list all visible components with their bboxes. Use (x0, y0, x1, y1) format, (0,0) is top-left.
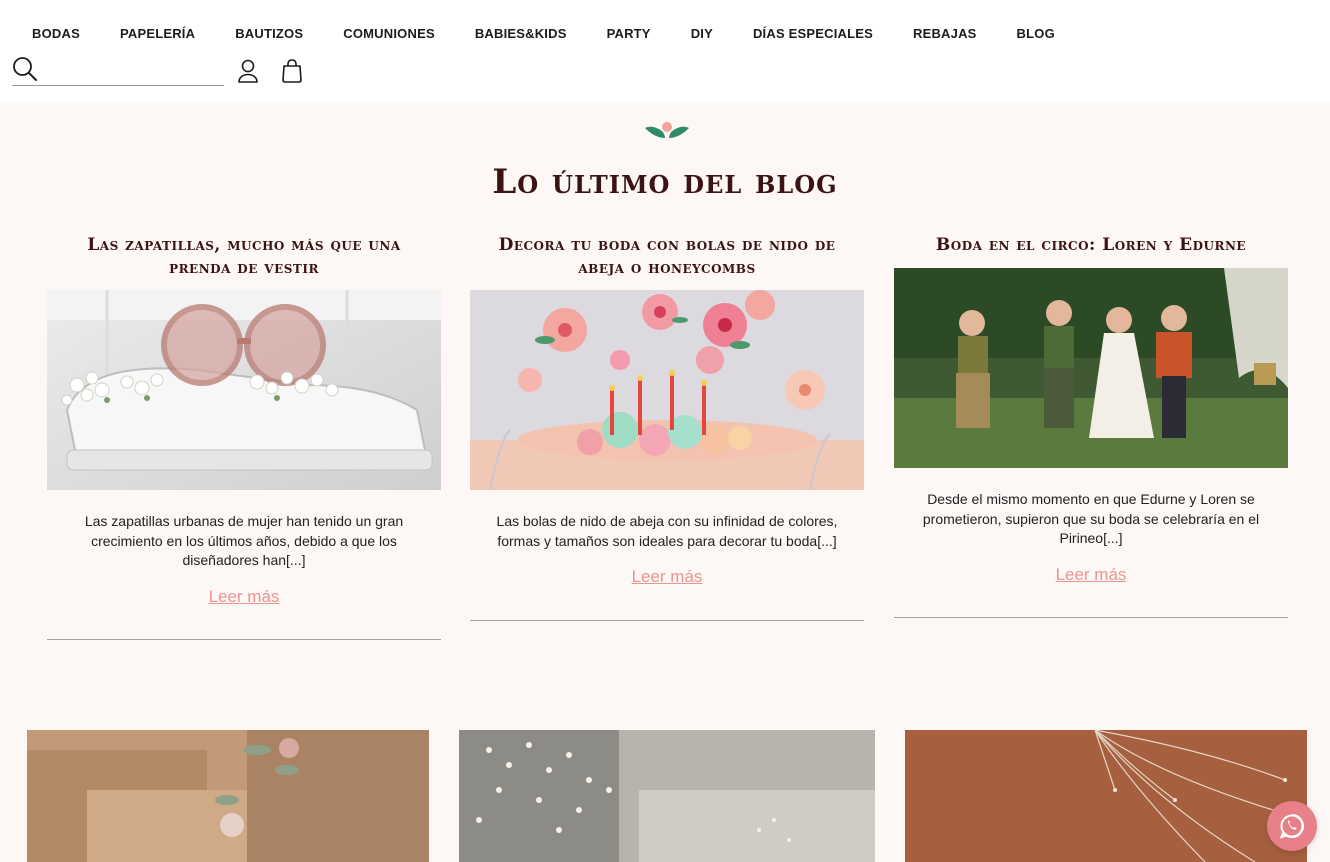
shopping-bag-icon[interactable] (280, 58, 304, 84)
nav-item-dias-especiales[interactable]: DÍAS ESPECIALES (733, 22, 893, 45)
nav-item-papeleria[interactable]: PAPELERÍA (100, 22, 215, 45)
post-title[interactable]: Las zapatillas, mucho más que una prenda… (47, 234, 441, 284)
section-title: Lo último del blog (492, 162, 838, 202)
blog-card: Las zapatillas, mucho más que una prenda… (47, 234, 441, 640)
circus-wedding-photo (894, 268, 1288, 468)
post-thumbnail[interactable] (905, 730, 1307, 862)
post-title[interactable]: Boda en el circo: Loren y Edurne (894, 234, 1288, 262)
boxes-photo (27, 730, 429, 862)
divider (894, 617, 1288, 618)
post-title[interactable]: Decora tu boda con bolas de nido de abej… (470, 234, 864, 284)
read-more-link[interactable]: Leer más (209, 587, 280, 607)
nav-item-babies-kids[interactable]: BABIES&KIDS (455, 22, 587, 45)
dried-flower-photo (905, 730, 1307, 862)
blog-card: Boda en el circo: Loren y Edurne Desde e… (894, 234, 1288, 618)
whatsapp-button[interactable] (1267, 801, 1317, 851)
search-input[interactable] (46, 58, 220, 82)
sneaker-photo (47, 290, 441, 490)
honeycomb-photo (470, 290, 864, 490)
nav-item-bautizos[interactable]: BAUTIZOS (215, 22, 323, 45)
search-box (12, 54, 224, 86)
nav-item-party[interactable]: PARTY (587, 22, 671, 45)
babys-breath-photo (459, 730, 875, 862)
divider (470, 620, 864, 621)
nav-item-diy[interactable]: DIY (671, 22, 733, 45)
site-header: BODAS PAPELERÍA BAUTIZOS COMUNIONES BABI… (0, 0, 1330, 102)
post-excerpt: Las zapatillas urbanas de mujer han teni… (84, 513, 404, 568)
main-nav: BODAS PAPELERÍA BAUTIZOS COMUNIONES BABI… (12, 22, 1075, 45)
nav-item-rebajas[interactable]: REBAJAS (893, 22, 997, 45)
leaf-icon (645, 122, 689, 138)
post-image[interactable] (470, 290, 864, 490)
post-image[interactable] (894, 268, 1288, 468)
nav-item-comuniones[interactable]: COMUNIONES (323, 22, 455, 45)
nav-item-bodas[interactable]: BODAS (12, 22, 100, 45)
divider (47, 639, 441, 640)
post-image[interactable] (47, 290, 441, 490)
nav-item-blog[interactable]: BLOG (997, 22, 1075, 45)
whatsapp-icon (1279, 814, 1304, 839)
blog-card: Decora tu boda con bolas de nido de abej… (470, 234, 864, 621)
search-icon[interactable] (12, 56, 38, 82)
post-thumbnail[interactable] (27, 730, 429, 862)
read-more-link[interactable]: Leer más (1056, 565, 1127, 585)
post-thumbnail[interactable] (459, 730, 875, 862)
user-icon[interactable] (236, 58, 260, 84)
read-more-link[interactable]: Leer más (632, 567, 703, 587)
post-excerpt: Las bolas de nido de abeja con su infini… (496, 513, 838, 549)
post-excerpt: Desde el mismo momento en que Edurne y L… (922, 491, 1260, 546)
